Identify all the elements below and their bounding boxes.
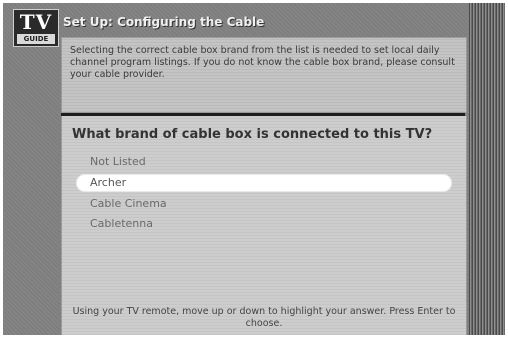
page-title: Set Up: Configuring the Cable xyxy=(63,15,265,29)
option-not-listed[interactable]: Not Listed xyxy=(90,154,146,170)
option-archer-selected[interactable]: Archer xyxy=(76,174,452,192)
side-pattern xyxy=(469,3,505,335)
question-panel: What brand of cable box is connected to … xyxy=(61,116,467,335)
option-cabletenna[interactable]: Cabletenna xyxy=(90,216,153,232)
option-cable-cinema[interactable]: Cable Cinema xyxy=(90,196,167,212)
remote-hint-text: Using your TV remote, move up or down to… xyxy=(72,306,456,329)
logo-text-bottom: GUIDE xyxy=(17,34,55,44)
tv-guide-logo: TV GUIDE xyxy=(13,9,59,47)
logo-text-top: TV xyxy=(19,10,53,34)
tv-guide-window: TV GUIDE Set Up: Configuring the Cable S… xyxy=(3,3,505,335)
question-text: What brand of cable box is connected to … xyxy=(72,127,433,142)
instruction-panel: Selecting the correct cable box brand fr… xyxy=(61,37,467,113)
instruction-text: Selecting the correct cable box brand fr… xyxy=(70,45,455,80)
